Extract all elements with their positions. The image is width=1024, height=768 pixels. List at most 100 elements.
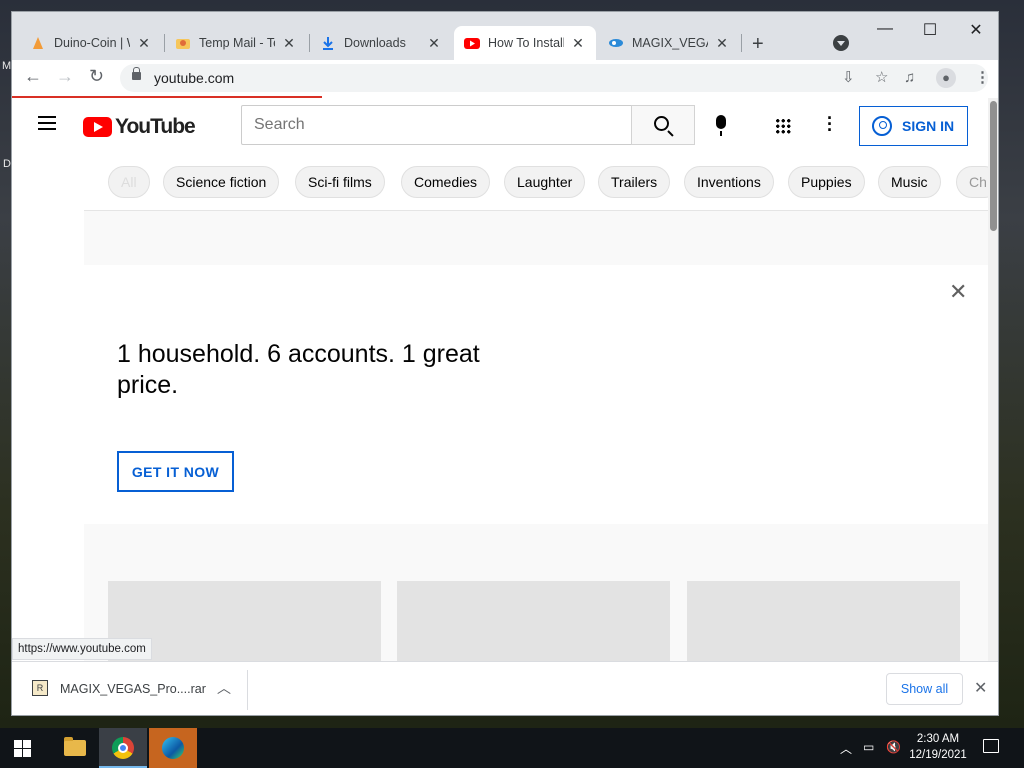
clock-time: 2:30 AM xyxy=(916,733,960,745)
tab-label: How To Install xyxy=(488,36,564,50)
reload-icon[interactable]: ↻ xyxy=(89,66,104,87)
chip-ch[interactable]: Ch xyxy=(956,166,988,198)
youtube-logo-text: YouTube xyxy=(115,115,196,138)
notification-icon[interactable] xyxy=(983,739,999,753)
video-thumbnail-placeholder[interactable] xyxy=(397,581,670,661)
search-button[interactable] xyxy=(631,105,695,145)
taskbar-chrome[interactable] xyxy=(99,728,147,768)
windows-taskbar: ︿ ▭ 🔇 2:30 AM 12/19/2021 xyxy=(0,728,1024,768)
install-app-icon[interactable]: ⇩ xyxy=(842,68,855,86)
sign-in-label: SIGN IN xyxy=(902,118,955,134)
search-icon xyxy=(654,116,669,131)
video-feed xyxy=(84,524,988,661)
chip-comedies[interactable]: Comedies xyxy=(401,166,491,198)
hamburger-menu-icon[interactable] xyxy=(38,116,56,130)
maximize-icon[interactable]: ☐ xyxy=(915,20,945,40)
tab-label: Downloads xyxy=(344,36,406,50)
apps-grid-icon[interactable] xyxy=(775,118,791,134)
tab-strip: Duino-Coin | W ✕ Temp Mail - Te ✕ Downlo… xyxy=(12,12,998,60)
microphone-icon[interactable] xyxy=(716,115,726,136)
desktop-icon-label: M xyxy=(2,60,12,72)
close-icon[interactable]: ✕ xyxy=(570,35,586,52)
chevron-up-icon[interactable]: ︿ xyxy=(217,678,231,698)
media-control-icon[interactable]: ♫ xyxy=(904,69,915,86)
account-icon xyxy=(872,116,892,136)
youtube-play-icon xyxy=(83,117,112,137)
tab-divider xyxy=(741,34,742,52)
settings-menu-icon[interactable]: · · · xyxy=(824,109,836,139)
promo-headline: 1 household. 6 accounts. 1 great price. xyxy=(117,340,480,399)
video-thumbnail-placeholder[interactable] xyxy=(687,581,960,661)
lock-icon[interactable] xyxy=(132,67,141,80)
new-tab-icon[interactable]: + xyxy=(752,33,764,56)
tab-label: Duino-Coin | W xyxy=(54,36,130,50)
close-icon[interactable]: ✕ xyxy=(426,35,442,52)
chip-trailers[interactable]: Trailers xyxy=(598,166,671,198)
download-file-name[interactable]: MAGIX_VEGAS_Pro....rar xyxy=(60,682,206,696)
premium-promo-banner: ✕ 1 household. 6 accounts. 1 great price… xyxy=(84,265,984,524)
youtube-header: YouTube Search · · · SIGN IN xyxy=(12,98,988,154)
close-icon[interactable]: ✕ xyxy=(949,279,967,305)
menu-icon[interactable]: ⋮ xyxy=(975,68,990,86)
chip-puppies[interactable]: Puppies xyxy=(788,166,865,198)
search-placeholder: Search xyxy=(254,116,305,133)
show-all-button[interactable]: Show all xyxy=(886,673,963,705)
window-close-icon[interactable]: ✕ xyxy=(961,20,991,40)
forward-icon[interactable]: → xyxy=(56,66,74,87)
windows-start-icon[interactable] xyxy=(14,740,31,757)
chip-all[interactable]: All xyxy=(108,166,150,198)
taskbar-clock[interactable]: 2:30 AM 12/19/2021 xyxy=(904,731,972,763)
chevron-up-icon[interactable]: ︿ xyxy=(840,740,852,757)
minimize-icon[interactable]: — xyxy=(870,20,900,38)
status-url-bubble: https://www.youtube.com xyxy=(12,638,152,660)
sign-in-button[interactable]: SIGN IN xyxy=(859,106,968,146)
back-icon[interactable]: ← xyxy=(24,66,42,87)
get-it-now-button[interactable]: GET IT NOW xyxy=(117,451,234,492)
chrome-icon xyxy=(112,737,134,759)
close-icon[interactable]: ✕ xyxy=(136,35,152,52)
youtube-logo[interactable]: YouTube xyxy=(83,115,196,139)
tab-search-icon[interactable] xyxy=(833,35,849,51)
close-icon[interactable]: ✕ xyxy=(974,678,987,698)
tab-temp-mail[interactable]: Temp Mail - Te ✕ xyxy=(165,26,307,60)
profile-icon[interactable]: ● xyxy=(936,68,956,88)
browser-toolbar: ← → ↻ youtube.com ⇩ ☆ ♫ ● ⋮ xyxy=(12,60,998,96)
address-url[interactable]: youtube.com xyxy=(154,70,234,86)
tab-magix-vegas[interactable]: MAGIX_VEGAS ✕ xyxy=(598,26,740,60)
divider xyxy=(247,670,248,710)
folder-icon xyxy=(64,737,86,756)
chip-sci-fi-films[interactable]: Sci-fi films xyxy=(295,166,385,198)
youtube-icon xyxy=(464,35,480,51)
scrollbar[interactable] xyxy=(988,98,998,661)
chip-science-fiction[interactable]: Science fiction xyxy=(163,166,280,198)
chip-inventions[interactable]: Inventions xyxy=(684,166,774,198)
magix-icon xyxy=(608,35,624,51)
download-bar: R MAGIX_VEGAS_Pro....rar ︿ Show all ✕ xyxy=(12,661,998,715)
search-input[interactable]: Search xyxy=(241,105,632,145)
duino-icon xyxy=(30,35,46,51)
filter-chip-bar: All Science fiction Sci-fi films Comedie… xyxy=(84,154,988,211)
rar-file-icon: R xyxy=(32,680,48,696)
bookmark-star-icon[interactable]: ☆ xyxy=(875,68,888,86)
chip-music[interactable]: Music xyxy=(878,166,941,198)
network-icon[interactable]: ▭ xyxy=(863,740,874,754)
address-bar[interactable]: youtube.com ⇩ ☆ xyxy=(120,64,988,92)
scrollbar-thumb[interactable] xyxy=(990,101,997,231)
browser-window: Duino-Coin | W ✕ Temp Mail - Te ✕ Downlo… xyxy=(11,11,999,716)
volume-muted-icon[interactable]: 🔇 xyxy=(886,740,901,754)
feed-spacer xyxy=(84,211,988,265)
close-icon[interactable]: ✕ xyxy=(281,35,297,52)
close-icon[interactable]: ✕ xyxy=(714,35,730,52)
youtube-page: YouTube Search · · · SIGN IN All Science f… xyxy=(12,98,988,661)
taskbar-file-explorer[interactable] xyxy=(50,728,98,768)
chip-laughter[interactable]: Laughter xyxy=(504,166,586,198)
tab-label: MAGIX_VEGAS xyxy=(632,36,708,50)
download-icon xyxy=(320,35,336,51)
clock-date: 12/19/2021 xyxy=(909,749,967,761)
tab-how-to-install[interactable]: How To Install ✕ xyxy=(454,26,596,60)
tab-downloads[interactable]: Downloads ✕ xyxy=(310,26,452,60)
edge-icon xyxy=(162,737,184,759)
tab-duino-coin[interactable]: Duino-Coin | W ✕ xyxy=(20,26,162,60)
tab-label: Temp Mail - Te xyxy=(199,36,275,50)
taskbar-edge[interactable] xyxy=(149,728,197,768)
